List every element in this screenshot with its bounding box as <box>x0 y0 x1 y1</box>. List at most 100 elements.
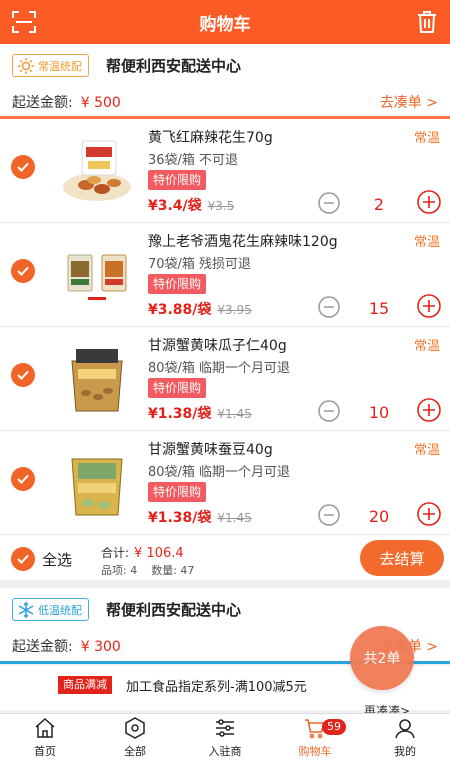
plus-button[interactable] <box>417 398 441 422</box>
product-spec: 36袋/箱 不可退 <box>148 153 239 168</box>
plus-button[interactable] <box>417 294 441 318</box>
store-tag-warm: 常温统配 <box>12 54 89 77</box>
promo-badge: 特价限购 <box>148 274 207 294</box>
tab-profile[interactable]: 我的 <box>360 714 450 765</box>
price-row: ¥3.4/袋 ¥3.5 <box>148 195 234 215</box>
temperature-label: 常温 <box>413 131 440 146</box>
temperature-label: 常温 <box>413 339 440 354</box>
home-icon <box>35 717 55 738</box>
trash-icon[interactable] <box>416 10 438 34</box>
select-all-label[interactable]: 全选 <box>42 549 72 570</box>
cart-count-badge: 59 <box>322 719 346 735</box>
minus-button[interactable] <box>318 400 340 422</box>
promo-badge: 特价限购 <box>148 170 207 190</box>
section-gap <box>0 580 450 588</box>
temperature-label: 常温 <box>413 443 440 458</box>
min-amount-row: 起送金额: ¥ 500 <box>12 92 121 112</box>
product-image <box>71 458 123 516</box>
item-checkbox[interactable] <box>11 363 35 387</box>
go-add-more-link[interactable]: 去凑单 > <box>380 92 438 112</box>
snowflake-icon <box>18 601 34 618</box>
check-icon <box>17 474 29 484</box>
cart-item: 黄飞红麻辣花生70g 常温 36袋/箱 不可退 特价限购 ¥3.4/袋 ¥3.5 … <box>0 119 450 223</box>
product-image <box>71 349 123 412</box>
item-count: 品项: 4 <box>101 564 138 577</box>
promo-badge: 特价限购 <box>148 378 207 398</box>
unit-price: ¥3.88/袋 <box>148 302 212 318</box>
total-amount: ¥ 106.4 <box>134 546 184 561</box>
tab-home[interactable]: 首页 <box>0 714 90 765</box>
check-icon <box>17 266 29 276</box>
tab-all[interactable]: 全部 <box>90 714 180 765</box>
store-tag-cold: 低温统配 <box>12 598 89 621</box>
min-amount-row: 起送金额: ¥ 300 <box>12 636 121 656</box>
all-icon <box>125 717 145 739</box>
min-amount-label: 起送金额: <box>12 95 73 111</box>
select-all-checkbox[interactable] <box>11 547 35 571</box>
check-icon <box>17 554 29 564</box>
item-checkbox[interactable] <box>11 155 35 179</box>
product-image <box>63 140 131 201</box>
bottom-tab-bar: 首页 全部 入驻商 购物车 59 我的 <box>0 713 450 765</box>
quantity-value[interactable]: 2 <box>350 195 408 214</box>
cart-item: 甘源蟹黄味瓜子仁40g 常温 80袋/箱 临期一个月可退 特价限购 ¥1.38/… <box>0 327 450 431</box>
plus-button[interactable] <box>417 502 441 526</box>
quantity-count: 数量: 47 <box>151 564 195 577</box>
tab-label: 首页 <box>34 745 56 758</box>
product-name[interactable]: 豫上老爷酒鬼花生麻辣味120g <box>148 231 338 251</box>
store-tag-label: 常温统配 <box>38 59 82 73</box>
tab-label: 购物车 <box>298 745 332 758</box>
order-count-float-button[interactable]: 共2单 <box>350 626 414 690</box>
minus-button[interactable] <box>318 504 340 526</box>
original-price: ¥3.5 <box>207 199 235 213</box>
original-price: ¥1.45 <box>217 511 252 525</box>
min-amount-value: ¥ 500 <box>80 95 121 111</box>
unit-price: ¥1.38/袋 <box>148 406 212 422</box>
tab-label: 全部 <box>124 745 146 758</box>
total-row: 合计: ¥ 106.4 <box>101 544 184 561</box>
tab-label: 入驻商 <box>208 745 242 758</box>
product-name[interactable]: 黄飞红麻辣花生70g <box>148 127 273 147</box>
price-row: ¥1.38/袋 ¥1.45 <box>148 507 252 527</box>
store-name: 帮便利西安配送中心 <box>106 601 242 619</box>
scan-icon[interactable] <box>12 11 36 33</box>
price-row: ¥3.88/袋 ¥3.95 <box>148 299 252 319</box>
unit-price: ¥3.4/袋 <box>148 198 202 214</box>
promotion-badge: 商品满减 <box>58 676 112 694</box>
product-spec: 80袋/箱 临期一个月可退 <box>148 361 291 376</box>
store-tag-label: 低温统配 <box>38 603 82 617</box>
total-label: 合计: <box>101 546 130 560</box>
count-row: 品项: 4 数量: 47 <box>101 562 194 578</box>
store-subtotal-bar: 全选 合计: ¥ 106.4 品项: 4 数量: 47 去结算 <box>0 536 450 580</box>
item-checkbox[interactable] <box>11 259 35 283</box>
product-name[interactable]: 甘源蟹黄味蚕豆40g <box>148 439 273 459</box>
product-image <box>67 254 127 300</box>
check-icon <box>17 370 29 380</box>
minus-button[interactable] <box>318 192 340 214</box>
quantity-value[interactable]: 20 <box>350 507 408 526</box>
tab-cart[interactable]: 购物车 59 <box>270 714 360 765</box>
quantity-value[interactable]: 15 <box>350 299 408 318</box>
product-name[interactable]: 甘源蟹黄味瓜子仁40g <box>148 335 287 355</box>
check-icon <box>17 162 29 172</box>
promo-badge: 特价限购 <box>148 482 207 502</box>
promotion-text: 加工食品指定系列-满100减5元 <box>126 680 307 695</box>
page-title: 购物车 <box>199 14 251 35</box>
store-name: 帮便利西安配送中心 <box>106 57 242 75</box>
cart-item: 甘源蟹黄味蚕豆40g 常温 80袋/箱 临期一个月可退 特价限购 ¥1.38/袋… <box>0 431 450 535</box>
sun-icon <box>18 57 34 74</box>
min-amount-label: 起送金额: <box>12 639 73 655</box>
top-bar: 购物车 <box>0 0 450 44</box>
temperature-label: 常温 <box>413 235 440 250</box>
profile-icon <box>395 719 415 739</box>
cart-item: 豫上老爷酒鬼花生麻辣味120g 常温 70袋/箱 残损可退 特价限购 ¥3.88… <box>0 223 450 327</box>
product-spec: 80袋/箱 临期一个月可退 <box>148 465 291 480</box>
unit-price: ¥1.38/袋 <box>148 510 212 526</box>
checkout-button[interactable]: 去结算 <box>360 540 444 576</box>
price-row: ¥1.38/袋 ¥1.45 <box>148 403 252 423</box>
plus-button[interactable] <box>417 190 441 214</box>
quantity-value[interactable]: 10 <box>350 403 408 422</box>
tab-merchant[interactable]: 入驻商 <box>180 714 270 765</box>
minus-button[interactable] <box>318 296 340 318</box>
item-checkbox[interactable] <box>11 467 35 491</box>
